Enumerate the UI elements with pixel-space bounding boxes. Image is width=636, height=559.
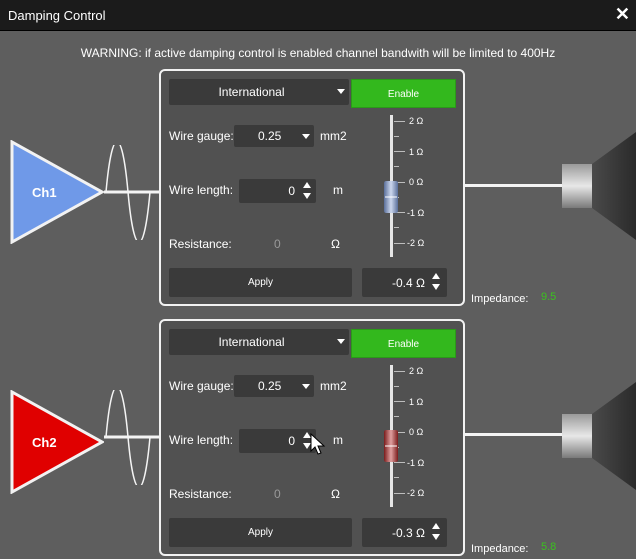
slider-tick xyxy=(394,136,399,137)
title-bar: Damping Control ✕ xyxy=(0,0,636,31)
ch2-slider-thumb[interactable] xyxy=(384,430,398,462)
slider-tick xyxy=(394,416,399,417)
ch2-damping-value: -0.3 Ω xyxy=(392,526,425,540)
slider-tick-label: 0 Ω xyxy=(409,177,424,187)
ch1-wire-gauge-value: 0.25 xyxy=(258,129,282,143)
ch2-wire-gauge-unit: mm2 xyxy=(320,379,347,393)
ch1-wire-length-label: Wire length: xyxy=(169,183,234,197)
slider-tick-label: 2 Ω xyxy=(409,366,424,376)
ch1-output-wire xyxy=(465,184,562,187)
chevron-down-icon xyxy=(302,384,310,389)
ch1-sine-wave-icon xyxy=(104,145,160,240)
ch1-wire-length-field xyxy=(239,179,316,203)
ch1-resistance-unit: Ω xyxy=(331,237,340,251)
ch2-damping-value-field[interactable]: -0.3 Ω xyxy=(362,518,447,547)
chevron-down-icon xyxy=(302,134,310,139)
slider-tick-label: 1 Ω xyxy=(409,147,424,157)
close-icon[interactable]: ✕ xyxy=(615,4,630,25)
window-title: Damping Control xyxy=(8,8,106,23)
ch2-standard-dropdown[interactable]: International xyxy=(169,329,349,355)
slider-tick-label: -1 Ω xyxy=(407,208,425,218)
ch2-impedance-label: Impedance: xyxy=(471,543,529,555)
ch2-resistance-label: Resistance: xyxy=(169,487,232,501)
ch1-enable-button[interactable]: Enable xyxy=(351,79,456,108)
ch1-amplifier-icon xyxy=(10,140,104,244)
slider-tick xyxy=(394,151,405,152)
ch2-enable-button[interactable]: Enable xyxy=(351,329,456,358)
slider-tick xyxy=(394,386,399,387)
ch2-wire-length-unit: m xyxy=(333,433,343,447)
mouse-pointer-icon xyxy=(310,433,326,455)
ch1-wire-gauge-dropdown[interactable]: 0.25 xyxy=(234,125,314,147)
ch1-apply-button[interactable]: Apply xyxy=(169,268,352,297)
ch2-wire-length-field xyxy=(239,429,316,453)
ch1-control-panel: International Enable Wire gauge: 0.25 mm… xyxy=(159,69,465,306)
ch1-amplifier-label: Ch1 xyxy=(32,185,57,200)
ch1-impedance-label: Impedance: xyxy=(471,293,529,305)
ch1-wire-gauge-label: Wire gauge: xyxy=(169,129,234,143)
ch2-resistance-value: 0 xyxy=(274,487,281,501)
slider-tick xyxy=(394,121,405,122)
ch2-damping-spinner xyxy=(430,520,442,544)
ch1-damping-value-field[interactable]: -0.4 Ω xyxy=(362,268,447,297)
ch1-speaker-icon xyxy=(562,132,636,240)
spin-up-icon[interactable] xyxy=(432,273,440,279)
slider-tick xyxy=(394,243,405,244)
ch1-damping-spinner xyxy=(430,270,442,294)
slider-tick-label: -2 Ω xyxy=(407,488,425,498)
slider-tick xyxy=(394,401,405,402)
ch1-wire-length-unit: m xyxy=(333,183,343,197)
ch1-resistance-label: Resistance: xyxy=(169,237,232,251)
ch2-amplifier-label: Ch2 xyxy=(32,435,57,450)
slider-tick xyxy=(394,462,405,463)
ch2-wire-gauge-dropdown[interactable]: 0.25 xyxy=(234,375,314,397)
ch2-impedance-value: 5.8 xyxy=(541,541,557,553)
ch1-impedance-value: 9.5 xyxy=(541,291,557,303)
ch1-wire-gauge-unit: mm2 xyxy=(320,129,347,143)
ch2-wire-gauge-label: Wire gauge: xyxy=(169,379,234,393)
ch1-standard-dropdown[interactable]: International xyxy=(169,79,349,105)
spin-up-icon[interactable] xyxy=(432,523,440,529)
ch1-slider-thumb[interactable] xyxy=(384,181,398,213)
slider-tick xyxy=(394,227,399,228)
ch1-wire-length-spinner xyxy=(301,179,313,203)
ch2-resistance-unit: Ω xyxy=(331,487,340,501)
chevron-down-icon xyxy=(337,339,345,344)
slider-tick-label: -1 Ω xyxy=(407,458,425,468)
slider-tick xyxy=(394,493,405,494)
slider-tick-label: 0 Ω xyxy=(409,427,424,437)
spin-up-icon[interactable] xyxy=(303,182,311,188)
slider-tick-label: 1 Ω xyxy=(409,397,424,407)
ch2-amplifier-icon xyxy=(10,390,104,494)
ch1-resistance-value: 0 xyxy=(274,237,281,251)
ch1-standard-value: International xyxy=(218,85,285,99)
ch2-apply-button[interactable]: Apply xyxy=(169,518,352,547)
ch1-wire-length-input[interactable] xyxy=(239,179,299,203)
slider-tick xyxy=(394,477,399,478)
spin-down-icon[interactable] xyxy=(303,193,311,199)
chevron-down-icon xyxy=(337,89,345,94)
ch2-wire-length-label: Wire length: xyxy=(169,433,234,447)
ch2-wire-gauge-value: 0.25 xyxy=(258,379,282,393)
slider-tick-label: -2 Ω xyxy=(407,238,425,248)
slider-tick xyxy=(394,371,405,372)
bandwidth-warning: WARNING: if active damping control is en… xyxy=(80,46,556,60)
slider-tick-label: 2 Ω xyxy=(409,116,424,126)
ch2-output-wire xyxy=(465,433,562,436)
ch2-speaker-icon xyxy=(562,382,636,490)
spin-down-icon[interactable] xyxy=(432,284,440,290)
ch2-wire-length-input[interactable] xyxy=(239,429,299,453)
ch2-standard-value: International xyxy=(218,335,285,349)
spin-down-icon[interactable] xyxy=(432,534,440,540)
ch1-damping-value: -0.4 Ω xyxy=(392,276,425,290)
ch2-sine-wave-icon xyxy=(104,390,160,485)
slider-tick xyxy=(394,166,399,167)
